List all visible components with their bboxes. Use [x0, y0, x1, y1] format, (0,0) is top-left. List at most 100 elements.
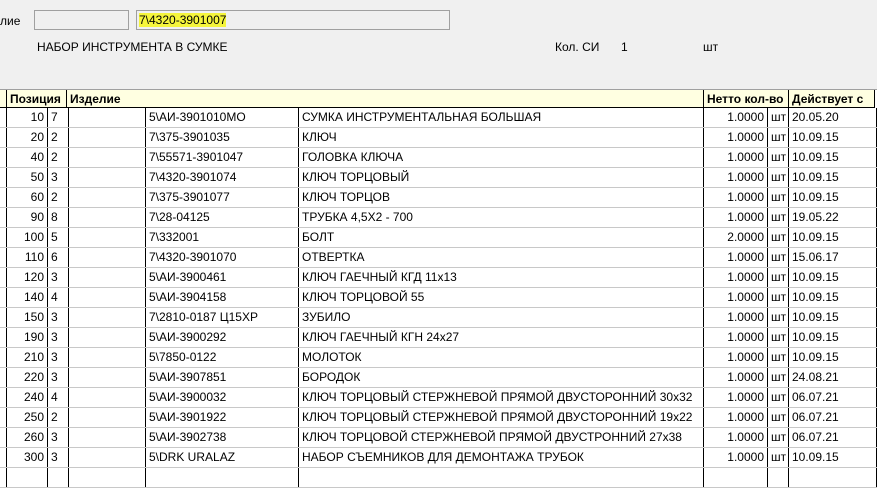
name-cell: КЛЮЧ ГАЕЧНЫЙ КГН 24х27: [299, 328, 704, 347]
valid-from-cell: 10.09.15: [789, 268, 877, 287]
name-cell: ГОЛОВКА КЛЮЧА: [299, 148, 704, 167]
row-selector[interactable]: [0, 328, 7, 347]
row-selector[interactable]: [0, 448, 7, 467]
unit-cell: шт: [768, 128, 789, 147]
valid-from-cell: 10.09.15: [789, 308, 877, 327]
components-grid[interactable]: Позиция Изделие Нетто кол-во Действует с…: [0, 89, 877, 491]
net-qty-cell: 1.0000: [704, 248, 768, 267]
table-row[interactable]: 240 4 5\АИ-3900032 КЛЮЧ ТОРЦОВЫЙ СТЕРЖНЕВОЙ…: [0, 388, 877, 408]
blank-cell: [69, 148, 146, 167]
net-qty-cell: 1.0000: [704, 368, 768, 387]
row-selector[interactable]: [0, 308, 7, 327]
quantity-cell: 6: [48, 248, 69, 267]
set-name-label: НАБОР ИНСТРУМЕНТА В СУМКЕ: [37, 40, 228, 54]
row-selector[interactable]: [0, 408, 7, 427]
table-row[interactable]: 140 4 5\АИ-3904158 КЛЮЧ ТОРЦОВОЙ 55 1.0000 шт…: [0, 288, 877, 308]
name-cell: СУМКА ИНСТРУМЕНТАЛЬНАЯ БОЛЬШАЯ: [299, 108, 704, 127]
table-row[interactable]: 40 2 7\55571-3901047 ГОЛОВКА КЛЮЧА 1.0000 шт 1…: [0, 148, 877, 168]
designation-cell: 5\АИ-3901922: [146, 408, 299, 427]
table-row[interactable]: 250 2 5\АИ-3901922 КЛЮЧ ТОРЦОВЫЙ СТЕРЖНЕВОЙ…: [0, 408, 877, 428]
blank-cell: [69, 108, 146, 127]
row-selector[interactable]: [0, 288, 7, 307]
table-row[interactable]: [0, 468, 877, 488]
position-cell: 140: [7, 288, 48, 307]
unit-cell: шт: [768, 108, 789, 127]
column-header-net-qty[interactable]: Нетто кол-во: [704, 90, 789, 108]
table-row[interactable]: 190 3 5\АИ-3900292 КЛЮЧ ГАЕЧНЫЙ КГН 24х27 1.…: [0, 328, 877, 348]
net-qty-cell: 1.0000: [704, 288, 768, 307]
designation-cell: 5\АИ-3904158: [146, 288, 299, 307]
column-header-position[interactable]: Позиция: [7, 90, 67, 108]
name-cell: КЛЮЧ ТОРЦОВЫЙ СТЕРЖНЕВОЙ ПРЯМОЙ ДВУСТОРО…: [299, 408, 704, 427]
row-selector[interactable]: [0, 268, 7, 287]
table-row[interactable]: 120 3 5\АИ-3900461 КЛЮЧ ГАЕЧНЫЙ КГД 11х13 1.…: [0, 268, 877, 288]
blank-cell: [69, 468, 146, 487]
net-qty-cell: 1.0000: [704, 348, 768, 367]
table-row[interactable]: 210 3 5\7850-0122 МОЛОТОК 1.0000 шт 10.09.15: [0, 348, 877, 368]
valid-from-cell: 10.09.15: [789, 128, 877, 147]
net-qty-cell: 2.0000: [704, 228, 768, 247]
table-row[interactable]: 90 8 7\28-04125 ТРУБКА 4,5Х2 - 700 1.0000 шт 1…: [0, 208, 877, 228]
table-row[interactable]: 10 7 5\АИ-3901010МО СУМКА ИНСТРУМЕНТАЛЬНАЯ …: [0, 108, 877, 128]
net-qty-cell: 1.0000: [704, 128, 768, 147]
row-selector[interactable]: [0, 188, 7, 207]
unit-cell: шт: [768, 328, 789, 347]
filter-input[interactable]: [34, 10, 129, 30]
row-selector[interactable]: [0, 148, 7, 167]
net-qty-cell: 1.0000: [704, 308, 768, 327]
net-qty-cell: 1.0000: [704, 168, 768, 187]
position-cell: 150: [7, 308, 48, 327]
table-row[interactable]: 100 5 7\332001 БОЛТ 2.0000 шт 10.09.15: [0, 228, 877, 248]
unit-cell: шт: [768, 428, 789, 447]
position-cell: 260: [7, 428, 48, 447]
quantity-cell: 2: [48, 148, 69, 167]
row-selector[interactable]: [0, 388, 7, 407]
row-selector[interactable]: [0, 248, 7, 267]
table-row[interactable]: 300 3 5\DRK URALAZ НАБОР СЪЕМНИКОВ ДЛЯ ДЕМО…: [0, 448, 877, 468]
blank-cell: [69, 188, 146, 207]
unit-cell: шт: [768, 388, 789, 407]
quantity-cell: 4: [48, 288, 69, 307]
position-cell: 240: [7, 388, 48, 407]
table-row[interactable]: 220 3 5\АИ-3907851 БОРОДОК 1.0000 шт 24.08.21: [0, 368, 877, 388]
net-qty-cell: 1.0000: [704, 188, 768, 207]
quantity-cell: 5: [48, 228, 69, 247]
blank-cell: [69, 428, 146, 447]
column-header-valid-from[interactable]: Действует с: [789, 90, 875, 108]
table-row[interactable]: 50 3 7\4320-3901074 КЛЮЧ ТОРЦОВЫЙ 1.0000 шт 10…: [0, 168, 877, 188]
column-header-item[interactable]: Изделие: [67, 90, 704, 108]
product-code-field[interactable]: 7\4320-3901007: [136, 10, 450, 30]
table-row[interactable]: 110 6 7\4320-3901070 ОТВЕРТКА 1.0000 шт 15.06.…: [0, 248, 877, 268]
name-cell: МОЛОТОК: [299, 348, 704, 367]
table-row[interactable]: 60 2 7\375-3901077 КЛЮЧ ТОРЦОВ 1.0000 шт 10.09…: [0, 188, 877, 208]
valid-from-cell: 06.07.21: [789, 428, 877, 447]
table-row[interactable]: 260 3 5\АИ-3902738 КЛЮЧ ТОРЦОВОЙ СТЕРЖНЕВОЙ…: [0, 428, 877, 448]
row-selector[interactable]: [0, 128, 7, 147]
row-selector[interactable]: [0, 108, 7, 127]
quantity-cell: 2: [48, 408, 69, 427]
row-selector[interactable]: [0, 208, 7, 227]
designation-cell: 7\4320-3901070: [146, 248, 299, 267]
valid-from-cell: 10.09.15: [789, 168, 877, 187]
quantity-cell: 7: [48, 108, 69, 127]
table-row[interactable]: 150 3 7\2810-0187 Ц15ХР ЗУБИЛО 1.0000 шт 10.09…: [0, 308, 877, 328]
valid-from-cell: 24.08.21: [789, 368, 877, 387]
net-qty-cell: 1.0000: [704, 448, 768, 467]
unit-cell: шт: [768, 228, 789, 247]
row-selector[interactable]: [0, 368, 7, 387]
name-cell: КЛЮЧ ТОРЦОВ: [299, 188, 704, 207]
designation-cell: 7\4320-3901074: [146, 168, 299, 187]
unit-cell: [768, 468, 789, 487]
row-selector[interactable]: [0, 428, 7, 447]
row-selector[interactable]: [0, 228, 7, 247]
row-selector[interactable]: [0, 168, 7, 187]
row-selector[interactable]: [0, 468, 7, 487]
designation-cell: 5\АИ-3900032: [146, 388, 299, 407]
position-cell: 210: [7, 348, 48, 367]
valid-from-cell: 10.09.15: [789, 328, 877, 347]
unit-cell: шт: [768, 348, 789, 367]
table-row[interactable]: 20 2 7\375-3901035 КЛЮЧ 1.0000 шт 10.09.15: [0, 128, 877, 148]
row-selector[interactable]: [0, 348, 7, 367]
designation-cell: 5\7850-0122: [146, 348, 299, 367]
designation-cell: 7\28-04125: [146, 208, 299, 227]
